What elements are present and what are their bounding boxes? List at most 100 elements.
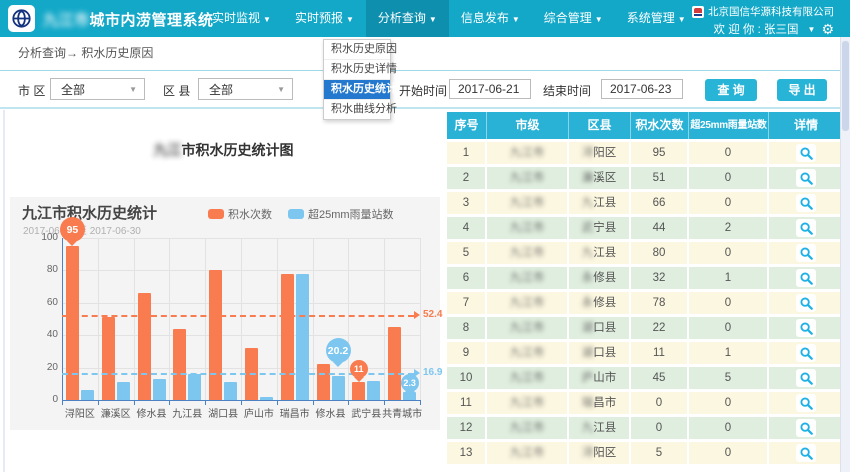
magnifier-icon [800, 147, 813, 160]
detail-magnifier-button[interactable] [796, 144, 816, 162]
city-blurred-text: 九江市 [510, 222, 545, 234]
chevron-down-icon: ▼ [263, 15, 271, 24]
menu-item-water-history-detail[interactable]: 积水历史详情 [324, 60, 390, 80]
nav-item-analysis-query[interactable]: 分析查询▼ [366, 0, 449, 37]
company-logo-icon [692, 6, 704, 18]
markline-arrow-icon [414, 311, 420, 319]
waterlogging-history-chart: 九江市积水历史统计 2017-06-21 至 2017-06-30 积水次数 超… [10, 197, 440, 430]
cell-detail [769, 342, 843, 364]
query-button[interactable]: 查 询 [705, 79, 757, 101]
cell-city: 九江市 [487, 367, 569, 389]
district-blurred-char: 浔 [582, 147, 594, 159]
chart-panel-title: 九江市积水历史统计图 [0, 140, 447, 160]
detail-magnifier-button[interactable] [796, 194, 816, 212]
gridline-vertical [277, 238, 278, 400]
cell-detail [769, 217, 843, 239]
welcome-user[interactable]: 欢 迎 你 : 张三国 [714, 21, 799, 37]
cell-seq: 9 [447, 342, 487, 364]
start-date-input[interactable] [449, 79, 531, 99]
cell-detail [769, 267, 843, 289]
cell-water-count: 0 [631, 417, 689, 439]
bar-超25mm雨量站数 [224, 382, 237, 400]
detail-magnifier-button[interactable] [796, 294, 816, 312]
district-blurred-char: 庐 [582, 372, 594, 384]
y-axis-tick-label: 0 [28, 394, 58, 405]
cell-detail [769, 367, 843, 389]
cell-district: 湖口县 [569, 342, 631, 364]
district-blurred-char: 濂 [582, 172, 594, 184]
detail-magnifier-button[interactable] [796, 394, 816, 412]
bar-超25mm雨量站数 [153, 379, 166, 400]
detail-magnifier-button[interactable] [796, 369, 816, 387]
detail-magnifier-button[interactable] [796, 244, 816, 262]
chevron-down-icon: ▼ [277, 79, 285, 101]
markline-value-label: 52.4 [423, 309, 442, 320]
markpoint-tail [405, 391, 415, 396]
detail-magnifier-button[interactable] [796, 444, 816, 462]
chevron-down-icon[interactable]: ▼ [808, 25, 816, 34]
city-blurred-text: 九江市 [510, 197, 545, 209]
breadcrumb: 分析查询→ 积水历史原因 [18, 37, 153, 70]
markpoint-20.2: 20.2 [326, 338, 351, 367]
cell-rain-stations: 0 [689, 167, 769, 189]
nav-item-info-publish[interactable]: 信息发布▼ [449, 0, 532, 37]
legend-item-water-count[interactable]: 积水次数 [208, 206, 272, 222]
export-button[interactable]: 导 出 [777, 79, 827, 101]
end-date-input[interactable] [601, 79, 683, 99]
water-bureau-emblem-icon [11, 8, 32, 29]
gridline-vertical [205, 238, 206, 400]
menu-item-water-history-cause[interactable]: 积水历史原因 [324, 40, 390, 60]
cell-water-count: 11 [631, 342, 689, 364]
district-blurred-char: 瑞 [582, 397, 594, 409]
y-axis-tick-label: 60 [28, 297, 58, 308]
col-header-stations: 超25mm雨量站数 [689, 112, 769, 139]
menu-item-water-curve-analysis[interactable]: 积水曲线分析 [324, 100, 390, 119]
city-select[interactable]: 全部 ▼ [50, 78, 145, 100]
cell-water-count: 45 [631, 367, 689, 389]
menu-item-water-history-stats[interactable]: 积水历史统计 [324, 80, 390, 100]
cell-city: 九江市 [487, 417, 569, 439]
bar-积水次数 [388, 327, 401, 400]
table-header-row: 序号 市级 区县 积水次数 超25mm雨量站数 详情 [447, 112, 843, 139]
bar-积水次数 [317, 364, 330, 400]
markpoint-tail [354, 377, 364, 382]
y-axis-tick-label: 20 [28, 362, 58, 373]
detail-magnifier-button[interactable] [796, 169, 816, 187]
vertical-scrollbar-thumb[interactable] [842, 41, 849, 131]
markpoint-circle: 95 [60, 217, 85, 242]
district-blurred-char: 湖 [582, 322, 594, 334]
x-axis-category-label: 共青城市 [380, 405, 424, 420]
cell-seq: 11 [447, 392, 487, 414]
table-row: 6九江市永修县321 [447, 267, 843, 289]
detail-magnifier-button[interactable] [796, 269, 816, 287]
nav-item-comprehensive-mgmt[interactable]: 综合管理▼ [532, 0, 615, 37]
chart-panel-title-blurred-city: 九江 [154, 142, 182, 158]
col-header-city: 市级 [487, 112, 569, 139]
nav-item-realtime-monitor[interactable]: 实时监视▼ [200, 0, 283, 37]
cell-water-count: 95 [631, 142, 689, 164]
detail-magnifier-button[interactable] [796, 219, 816, 237]
nav-item-realtime-forecast[interactable]: 实时预报▼ [283, 0, 366, 37]
city-blurred-text: 九江市 [510, 297, 545, 309]
gear-icon[interactable]: ⚙ [821, 22, 834, 36]
detail-magnifier-button[interactable] [796, 419, 816, 437]
y-axis-tick-label: 80 [28, 264, 58, 275]
detail-magnifier-button[interactable] [796, 344, 816, 362]
markpoint-95: 95 [60, 217, 85, 246]
cell-rain-stations: 0 [689, 292, 769, 314]
cell-rain-stations: 0 [689, 417, 769, 439]
markpoint-2.3: 2.3 [401, 374, 419, 396]
cell-detail [769, 242, 843, 264]
bar-超25mm雨量站数 [117, 382, 130, 400]
cell-seq: 4 [447, 217, 487, 239]
cell-district: 浔阳区 [569, 442, 631, 464]
district-select[interactable]: 全部 ▼ [198, 78, 293, 100]
magnifier-icon [800, 247, 813, 260]
bar-超25mm雨量站数 [296, 274, 309, 400]
legend-item-rain-stations[interactable]: 超25mm雨量站数 [288, 206, 394, 222]
nav-item-system-mgmt[interactable]: 系统管理▼ [615, 0, 698, 37]
cell-district: 庐山市 [569, 367, 631, 389]
city-blurred-text: 九江市 [510, 422, 545, 434]
detail-magnifier-button[interactable] [796, 319, 816, 337]
bar-积水次数 [102, 317, 115, 400]
